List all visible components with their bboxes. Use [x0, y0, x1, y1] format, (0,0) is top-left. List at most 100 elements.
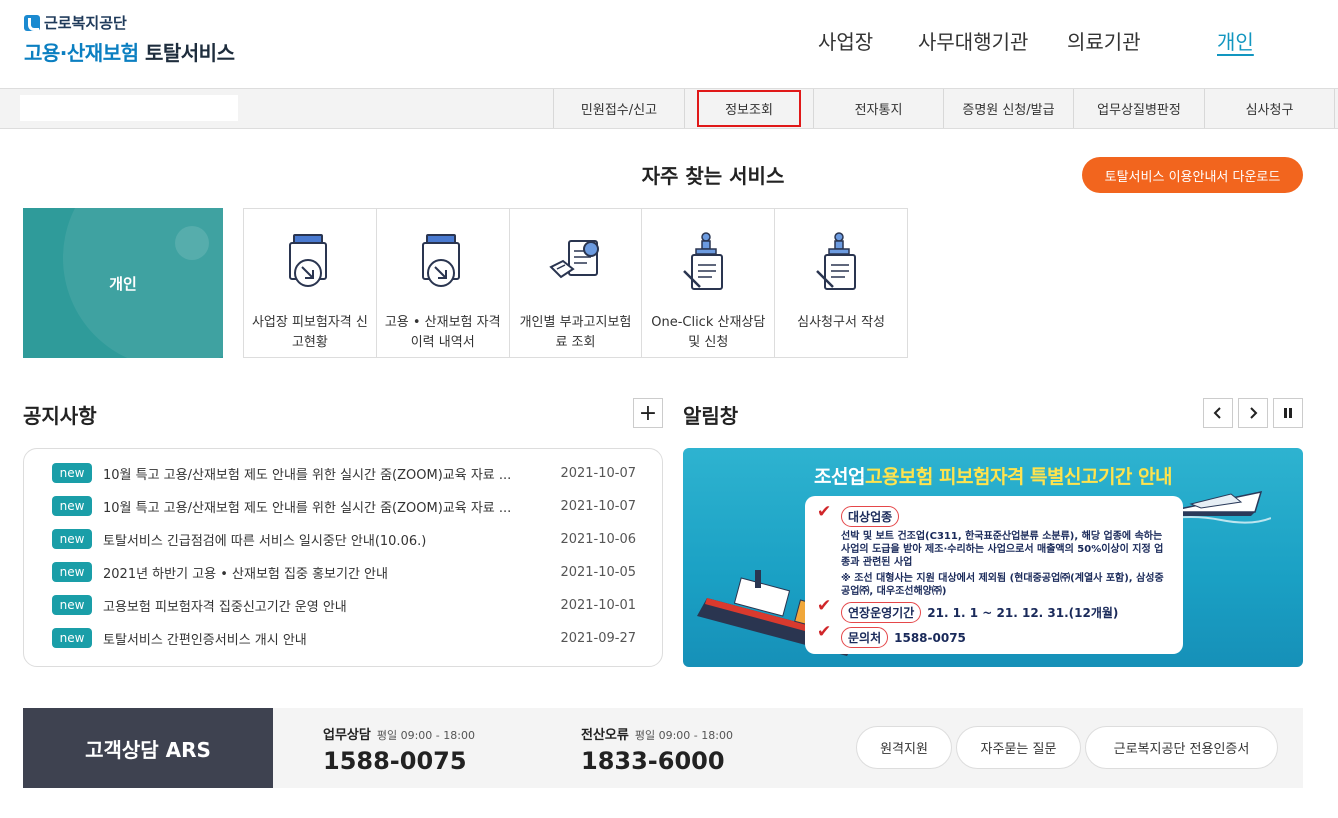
personal-card-label: 개인 [109, 274, 137, 293]
check-icon: ✔ [817, 502, 832, 522]
list-item[interactable]: new 10월 특고 고용/산재보험 제도 안내를 위한 실시간 줌(ZOOM)… [52, 495, 636, 517]
new-badge: new [52, 595, 92, 615]
decor-circle [175, 226, 209, 260]
next-button[interactable] [1238, 398, 1268, 428]
notices-title: 공지사항 [23, 404, 97, 428]
notice-date: 2021-10-05 [560, 564, 636, 580]
error-hours: 평일 09:00 - 18:00 [634, 729, 733, 742]
notice-date: 2021-10-06 [560, 531, 636, 547]
menu-complaint[interactable]: 민원접수/신고 [553, 89, 684, 128]
service-oneclick-consult[interactable]: One-Click 산재상담 및 신청 [642, 209, 776, 357]
list-item[interactable]: new 토탈서비스 간편인증서비스 개시 안내 2021-09-27 [52, 627, 636, 649]
pause-button[interactable] [1273, 398, 1303, 428]
plus-icon: + [638, 400, 658, 426]
guide-download-button[interactable]: 토탈서비스 이용안내서 다운로드 [1082, 157, 1303, 193]
notice-date: 2021-09-27 [560, 630, 636, 646]
service-grid: 사업장 피보험자격 신고현황 고용 • 산재보험 자격 이력 내역서 개인별 부… [243, 208, 908, 358]
chevron-right-icon [1250, 407, 1258, 419]
top-nav: 사업장 사무대행기관 의료기관 개인 [0, 26, 1338, 56]
banner-line3: 문의처 1588-0075 [841, 627, 1171, 648]
notice-list: new 10월 특고 고용/산재보험 제도 안내를 위한 실시간 줌(ZOOM)… [23, 448, 663, 667]
page: 근로복지공단 고용·산재보험 토탈서비스 사업장 사무대행기관 의료기관 개인 … [0, 0, 1338, 818]
customer-ars-title: 고객상담 ARS [23, 708, 273, 788]
new-badge: new [52, 463, 92, 483]
list-item[interactable]: new 고용보험 피보험자격 집중신고기간 운영 안내 2021-10-01 [52, 594, 636, 616]
notice-title: 토탈서비스 간편인증서비스 개시 안내 [103, 632, 307, 648]
check-icon: ✔ [817, 596, 832, 616]
nav-medical[interactable]: 의료기관 [1067, 26, 1141, 55]
service-premium-lookup[interactable]: 개인별 부과고지보험료 조회 [510, 209, 643, 357]
banner-title-a: 조선업 [814, 466, 865, 488]
document-search-icon [549, 240, 600, 279]
notices-more-button[interactable]: + [633, 398, 663, 428]
banner-h3: 문의처 [841, 627, 889, 648]
search-input[interactable] [20, 95, 238, 121]
list-item[interactable]: new 2021년 하반기 고용 • 산재보험 집중 홍보기간 안내 2021-… [52, 561, 636, 583]
banner-text1: 선박 및 보트 건조업(C311, 한국표준산업분류 소분류), 해당 업종에 … [841, 531, 1164, 568]
work-consult-label: 업무상담 평일 09:00 - 18:00 [323, 724, 475, 743]
menu-e-notice[interactable]: 전자통지 [813, 89, 943, 128]
notice-title: 10월 특고 고용/산재보험 제도 안내를 위한 실시간 줌(ZOOM)교육 자… [103, 467, 512, 483]
service-label: 심사청구서 작성 [797, 315, 885, 330]
nav-business[interactable]: 사업장 [818, 26, 873, 55]
notice-title: 2021년 하반기 고용 • 산재보험 집중 홍보기간 안내 [103, 566, 388, 582]
alarm-banner[interactable]: 조선업고용보험 피보험자격 특별신고기간 안내 ✔ 대상업종 선박 및 보트 건… [683, 448, 1303, 667]
error-consult: 전산오류 평일 09:00 - 18:00 1833-6000 [581, 724, 733, 775]
document-download-icon [421, 234, 460, 287]
notice-title: 10월 특고 고용/산재보험 제도 안내를 위한 실시간 줌(ZOOM)교육 자… [103, 500, 512, 516]
menu-info-lookup[interactable]: 정보조회 [684, 89, 813, 128]
service-review-request[interactable]: 심사청구서 작성 [775, 209, 907, 357]
banner-v3: 1588-0075 [894, 630, 966, 645]
new-badge: new [52, 496, 92, 516]
menu-disease[interactable]: 업무상질병판정 [1073, 89, 1204, 128]
banner-text2: ※ 조선 대형사는 지원 대상에서 제외됨 (현대중공업㈜(계열사 포함), 삼… [841, 573, 1164, 597]
notice-title: 토탈서비스 긴급점검에 따른 서비스 일시중단 안내(10.06.) [103, 533, 427, 549]
service-label: 고용 • 산재보험 자격 이력 내역서 [384, 315, 501, 350]
error-label: 전산오류 [581, 728, 629, 743]
list-item[interactable]: new 10월 특고 고용/산재보험 제도 안내를 위한 실시간 줌(ZOOM)… [52, 462, 636, 484]
new-badge: new [52, 529, 92, 549]
faq-button[interactable]: 자주묻는 질문 [956, 726, 1081, 769]
stamp-document-icon [683, 232, 724, 290]
list-item[interactable]: new 토탈서비스 긴급점검에 따른 서비스 일시중단 안내(10.06.) 2… [52, 528, 636, 550]
service-label: One-Click 산재상담 및 신청 [651, 315, 766, 350]
work-consult: 업무상담 평일 09:00 - 18:00 1588-0075 [323, 724, 475, 775]
notice-date: 2021-10-07 [560, 465, 636, 481]
menu-review[interactable]: 심사청구 [1204, 89, 1335, 128]
menu-label: 업무상질병판정 [1097, 103, 1181, 118]
work-number: 1588-0075 [323, 747, 467, 775]
new-badge: new [52, 628, 92, 648]
customer-contact-panel: 업무상담 평일 09:00 - 18:00 1588-0075 전산오류 평일 09… [273, 708, 1303, 788]
certificate-button[interactable]: 근로복지공단 전용인증서 [1085, 726, 1278, 769]
pause-icon [1284, 408, 1292, 418]
error-number: 1833-6000 [581, 747, 725, 775]
personal-card[interactable]: 개인 [23, 208, 223, 358]
work-hours: 평일 09:00 - 18:00 [376, 729, 475, 742]
menu-label: 증명원 신청/발급 [962, 103, 1055, 118]
banner-h2: 연장운영기간 [841, 602, 922, 623]
notice-date: 2021-10-07 [560, 498, 636, 514]
service-label: 개인별 부과고지보험료 조회 [519, 315, 632, 350]
alarm-title: 알림창 [683, 404, 739, 428]
remote-support-button[interactable]: 원격지원 [856, 726, 952, 769]
new-badge: new [52, 562, 92, 582]
menu-certificate[interactable]: 증명원 신청/발급 [943, 89, 1073, 128]
work-label: 업무상담 [323, 728, 371, 743]
service-insured-status[interactable]: 사업장 피보험자격 신고현황 [244, 209, 377, 357]
nav-personal[interactable]: 개인 [1217, 26, 1254, 55]
prev-button[interactable] [1203, 398, 1233, 428]
check-icon: ✔ [817, 622, 832, 642]
menu-label: 전자통지 [854, 103, 903, 118]
banner-v2: 21. 1. 1 ~ 21. 12. 31.(12개월) [927, 606, 1119, 620]
banner-title-b: 고용보험 피보험자격 특별신고기간 안내 [864, 466, 1173, 488]
error-consult-label: 전산오류 평일 09:00 - 18:00 [581, 724, 733, 743]
document-download-icon [288, 234, 327, 287]
banner-h1: 대상업종 [841, 506, 900, 527]
stamp-document-icon [816, 232, 857, 290]
notice-date: 2021-10-01 [560, 597, 636, 613]
chevron-left-icon [1213, 407, 1221, 419]
menu-bar: 민원접수/신고 정보조회 전자통지 증명원 신청/발급 업무상질병판정 심사청구 [0, 88, 1338, 129]
service-qualification-history[interactable]: 고용 • 산재보험 자격 이력 내역서 [377, 209, 510, 357]
service-label: 사업장 피보험자격 신고현황 [251, 315, 368, 350]
nav-agency[interactable]: 사무대행기관 [918, 26, 1028, 55]
